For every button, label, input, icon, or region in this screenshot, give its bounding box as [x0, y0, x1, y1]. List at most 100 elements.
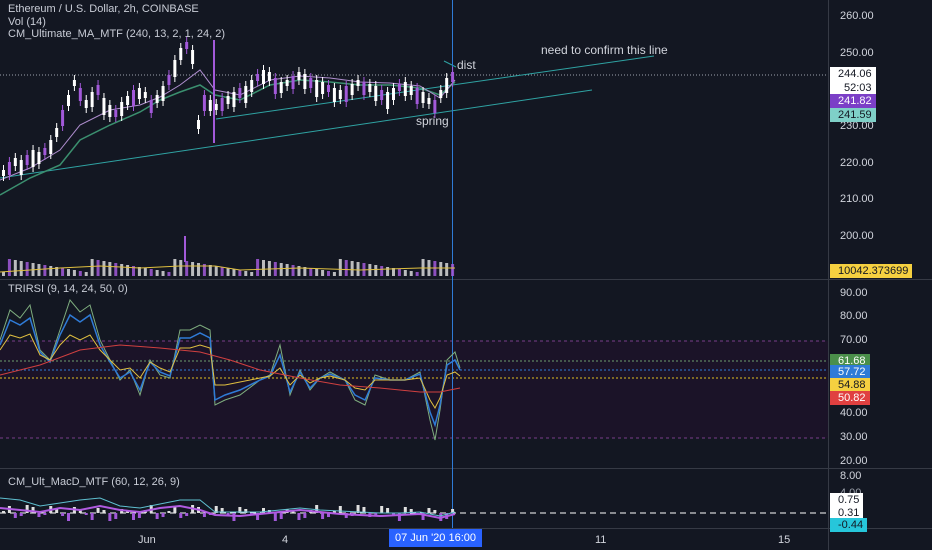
- candle-body: [19, 160, 23, 175]
- candle-body: [327, 85, 330, 92]
- macd-histogram-bar: [90, 513, 94, 520]
- volume-bar: [120, 264, 124, 276]
- candle-body: [297, 72, 301, 80]
- macd-histogram-bar: [380, 506, 384, 513]
- price-tick: 200.00: [840, 230, 874, 242]
- ma-legend[interactable]: CM_Ultimate_MA_MTF (240, 13, 2, 1, 24, 2…: [8, 28, 225, 40]
- symbol-legend[interactable]: Ethereum / U.S. Dollar, 2h, COINBASE: [8, 3, 199, 15]
- candle-body: [238, 88, 242, 98]
- candle-body: [344, 86, 348, 102]
- candle-body: [90, 92, 94, 107]
- candle-body: [256, 74, 260, 81]
- volume-bar: [43, 265, 47, 276]
- volume-bar: [214, 266, 218, 276]
- candle-body: [49, 140, 53, 154]
- candle-body: [126, 96, 130, 105]
- macd-tag-3: -0.44: [830, 518, 868, 532]
- volume-bar: [374, 265, 378, 276]
- candle-body: [191, 50, 195, 64]
- volume-bar: [108, 262, 112, 276]
- macd-tick: 8.00: [840, 470, 862, 482]
- volume-bar: [167, 272, 171, 276]
- volume-bar: [155, 270, 159, 276]
- volume-bar: [321, 270, 325, 276]
- volume-bar: [72, 270, 76, 276]
- trendline-lower[interactable]: [0, 89, 593, 179]
- candle-body: [380, 90, 384, 100]
- macd-histogram-bar: [161, 513, 165, 517]
- candle-body: [102, 98, 106, 115]
- volume-bar: [415, 272, 419, 276]
- candle-body: [161, 86, 165, 101]
- macd-histogram-bar: [167, 511, 171, 513]
- volume-legend[interactable]: Vol (14): [8, 16, 46, 28]
- candle-body: [67, 95, 70, 106]
- candles: [2, 37, 455, 262]
- volume-bar: [161, 271, 165, 276]
- dist-pointer: [443, 60, 457, 68]
- macd-legend[interactable]: CM_Ult_MacD_MTF (60, 12, 26, 9): [8, 476, 180, 488]
- candle-body: [273, 78, 277, 94]
- macd-histogram-bar: [297, 513, 301, 520]
- candle-body: [132, 90, 135, 106]
- volume-bar: [197, 263, 200, 276]
- candle-body: [96, 85, 100, 95]
- macd-histogram-bar: [108, 513, 112, 521]
- volume-bar: [451, 264, 455, 276]
- candle-body: [332, 88, 336, 102]
- macd-histogram-bar: [433, 510, 437, 513]
- rsi-tick: 20.00: [840, 455, 868, 467]
- rsi-legend[interactable]: TRIRSI (9, 14, 24, 50, 0): [8, 283, 128, 295]
- time-tick: Jun: [138, 534, 156, 546]
- volume-bar: [173, 259, 177, 276]
- volume-bar: [327, 271, 330, 276]
- volume-bar: [439, 262, 443, 276]
- macd-histogram-bar: [84, 513, 88, 515]
- volume-bar: [67, 269, 70, 276]
- candle-body: [208, 100, 212, 111]
- macd-histogram-bar: [185, 513, 189, 516]
- candle-body: [267, 72, 271, 81]
- candle-body: [149, 100, 153, 113]
- macd-histogram-bar: [386, 508, 390, 513]
- volume-bar: [2, 272, 5, 276]
- volume-bar: [126, 265, 130, 276]
- candle-body: [108, 105, 112, 117]
- volume-bar: [356, 262, 360, 276]
- chart-canvas[interactable]: [0, 0, 932, 550]
- rsi-tag-red: 50.82: [830, 391, 870, 405]
- candle-body: [197, 120, 200, 129]
- volume-bar: [13, 260, 17, 276]
- candle-body: [338, 90, 342, 99]
- price-tick: 210.00: [840, 193, 874, 205]
- candle-body: [185, 42, 189, 49]
- candle-body: [78, 88, 82, 101]
- candle-body: [421, 92, 425, 103]
- macd-histogram-bar: [427, 508, 431, 513]
- candle-body: [403, 82, 407, 96]
- volume-bar: [397, 269, 401, 276]
- countdown-tag: 52:03: [830, 81, 876, 95]
- candle-body: [321, 82, 325, 94]
- dist-annotation[interactable]: dist: [457, 58, 476, 72]
- crosshair-time-label: 07 Jun '20 16:00: [389, 529, 483, 547]
- candle-body: [114, 110, 118, 117]
- candle-body: [220, 98, 224, 111]
- rsi-tick: 70.00: [840, 334, 868, 346]
- macd-histogram-bar: [321, 513, 325, 519]
- candle-body: [120, 102, 124, 116]
- macd-histogram-bar: [43, 513, 47, 515]
- candle-body: [445, 78, 449, 93]
- macd-histogram-bar: [114, 513, 118, 519]
- volume-bar: [285, 264, 289, 276]
- ma2-tag: 241.59: [830, 108, 876, 122]
- macd-histogram-bar: [303, 513, 307, 518]
- candle-body: [374, 86, 378, 101]
- candle-body: [226, 96, 230, 104]
- spring-annotation[interactable]: spring: [416, 114, 449, 128]
- confirm-annotation[interactable]: need to confirm this line: [541, 43, 668, 57]
- candle-body: [279, 82, 283, 93]
- candle-body: [167, 75, 171, 85]
- volume-bar: [49, 266, 53, 276]
- candle-body: [409, 86, 413, 95]
